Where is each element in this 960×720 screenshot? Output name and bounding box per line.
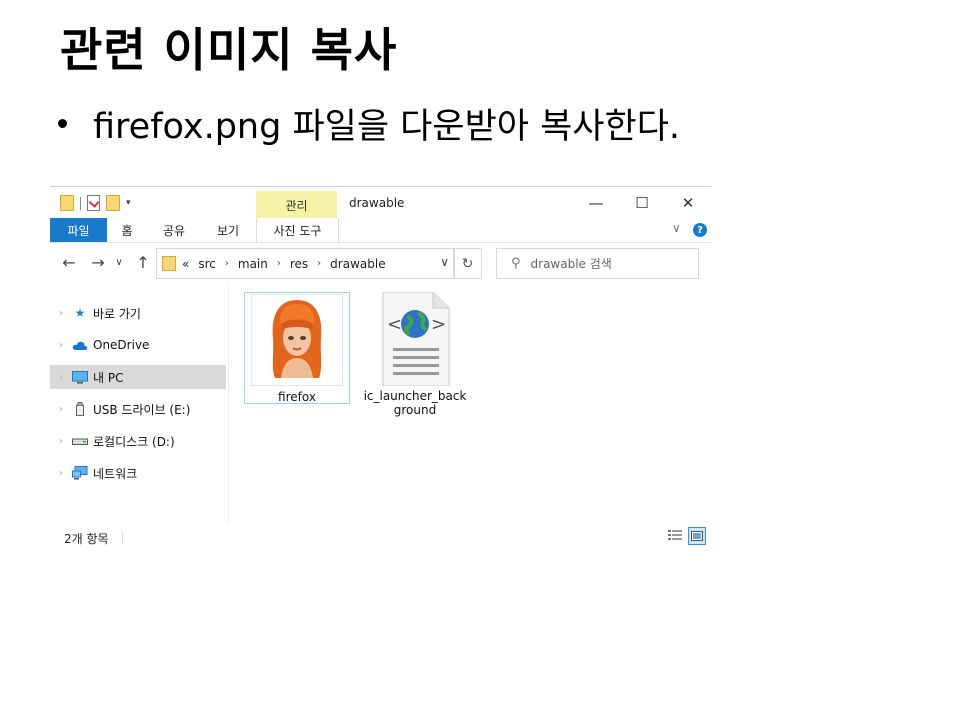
breadcrumb-src[interactable]: src <box>198 257 216 271</box>
sidebar-item-label: 내 PC <box>93 370 124 385</box>
tab-file[interactable]: 파일 <box>50 218 107 242</box>
slide-title: 관련 이미지 복사 <box>60 23 398 77</box>
forward-button[interactable]: → <box>87 251 109 273</box>
file-item-firefox[interactable]: firefox <box>244 292 350 404</box>
search-icon: ⚲ <box>511 256 521 271</box>
navigation-pane: › ★ 바로 가기 › OneDrive › 내 PC › USB 드라이브 (… <box>50 283 229 523</box>
sidebar-item-label: 네트워크 <box>93 466 138 481</box>
chevron-right-icon[interactable]: › <box>50 340 72 351</box>
bullet-item: firefox.png 파일을 다운받아 복사한다. <box>58 98 680 149</box>
bullet-text: firefox.png 파일을 다운받아 복사한다. <box>93 107 681 147</box>
maximize-button[interactable]: ☐ <box>619 190 665 216</box>
address-bar[interactable]: « src › main › res › drawable ∨ <box>156 248 455 279</box>
breadcrumb-res[interactable]: res <box>290 257 308 271</box>
sidebar-item-this-pc[interactable]: › 내 PC <box>50 365 226 389</box>
window-title: drawable <box>349 196 405 210</box>
bullet-dot <box>58 119 67 128</box>
usb-drive-icon <box>72 402 88 416</box>
chevron-down-icon[interactable]: ∨ <box>440 255 449 269</box>
breadcrumb-main[interactable]: main <box>238 257 268 271</box>
disk-drive-icon <box>72 434 88 448</box>
file-explorer-window: ▾ 관리 drawable — ☐ ✕ 파일 홈 공유 보기 사진 도구 ∨ ?… <box>50 186 711 550</box>
chevron-right-icon[interactable]: › <box>50 404 72 415</box>
image-thumbnail <box>251 293 343 387</box>
item-count: 2개 항목 <box>64 532 109 546</box>
chevron-right-icon[interactable]: › <box>50 436 72 447</box>
new-folder-icon[interactable] <box>106 195 120 211</box>
chevron-right-icon[interactable]: › <box>317 258 321 269</box>
status-bar: 2개 항목 <box>50 523 711 550</box>
svg-text:<: < <box>387 314 402 335</box>
sidebar-item-usb-drive[interactable]: › USB 드라이브 (E:) <box>50 397 226 421</box>
folder-icon[interactable] <box>60 195 74 211</box>
tab-home[interactable]: 홈 <box>112 218 142 242</box>
close-button[interactable]: ✕ <box>665 190 711 216</box>
star-pin-icon: ★ <box>74 306 86 320</box>
help-icon[interactable]: ? <box>693 223 707 237</box>
large-icons-view-icon[interactable] <box>688 527 706 545</box>
breadcrumb-drawable[interactable]: drawable <box>330 257 385 271</box>
navigation-bar: ← → ∨ ↑ « src › main › res › drawable ∨ … <box>50 243 711 283</box>
network-icon <box>72 466 88 480</box>
xml-file-icon: < > <box>369 292 461 386</box>
expand-ribbon-icon[interactable]: ∨ <box>672 221 681 235</box>
svg-text:>: > <box>431 314 446 335</box>
sidebar-item-network[interactable]: › 네트워크 <box>50 461 226 485</box>
sidebar-item-quick-access[interactable]: › ★ 바로 가기 <box>50 301 226 325</box>
tab-share[interactable]: 공유 <box>156 218 192 242</box>
file-item-ic-launcher-background[interactable]: < > ic_launcher_back ground <box>363 292 467 417</box>
file-name: firefox <box>278 390 316 404</box>
tab-picture-tools[interactable]: 사진 도구 <box>256 218 339 242</box>
breadcrumb-overflow[interactable]: « <box>182 257 189 271</box>
search-placeholder: drawable 검색 <box>530 257 612 271</box>
quick-access-toolbar: ▾ <box>60 195 131 211</box>
folder-icon <box>162 256 176 271</box>
details-view-icon[interactable] <box>667 527 683 543</box>
back-button[interactable]: ← <box>58 251 80 273</box>
toolbar-divider <box>80 196 81 210</box>
minimize-button[interactable]: — <box>573 190 619 216</box>
file-list: firefox < > ic_launcher_back ground <box>230 283 711 523</box>
sidebar-item-onedrive[interactable]: › OneDrive <box>50 333 226 357</box>
tab-manage[interactable]: 관리 <box>256 191 337 219</box>
properties-icon[interactable] <box>87 195 100 211</box>
chevron-right-icon[interactable]: › <box>50 468 72 479</box>
sidebar-item-label: USB 드라이브 (E:) <box>93 402 191 417</box>
tab-view[interactable]: 보기 <box>208 218 248 242</box>
monitor-icon <box>72 370 88 384</box>
sidebar-item-label: OneDrive <box>93 338 150 352</box>
file-name: ic_launcher_back ground <box>363 389 467 417</box>
refresh-button[interactable]: ↻ <box>453 248 482 279</box>
ribbon-tabs: 파일 홈 공유 보기 사진 도구 ∨ ? <box>50 218 711 243</box>
cloud-icon <box>72 338 88 352</box>
chevron-right-icon[interactable]: › <box>277 258 281 269</box>
chevron-right-icon[interactable]: › <box>225 258 229 269</box>
chevron-right-icon[interactable]: › <box>50 308 72 319</box>
search-box[interactable]: ⚲ drawable 검색 <box>496 248 699 279</box>
title-bar: ▾ 관리 drawable — ☐ ✕ <box>50 187 711 219</box>
chevron-right-icon[interactable]: › <box>50 372 72 383</box>
recent-locations-button[interactable]: ∨ <box>112 251 126 273</box>
customize-toolbar-icon[interactable]: ▾ <box>126 198 131 208</box>
up-button[interactable]: ↑ <box>132 251 154 273</box>
status-divider <box>122 531 123 544</box>
sidebar-item-label: 바로 가기 <box>93 306 141 321</box>
sidebar-item-label: 로컬디스크 (D:) <box>93 434 175 449</box>
sidebar-item-local-disk[interactable]: › 로컬디스크 (D:) <box>50 429 226 453</box>
